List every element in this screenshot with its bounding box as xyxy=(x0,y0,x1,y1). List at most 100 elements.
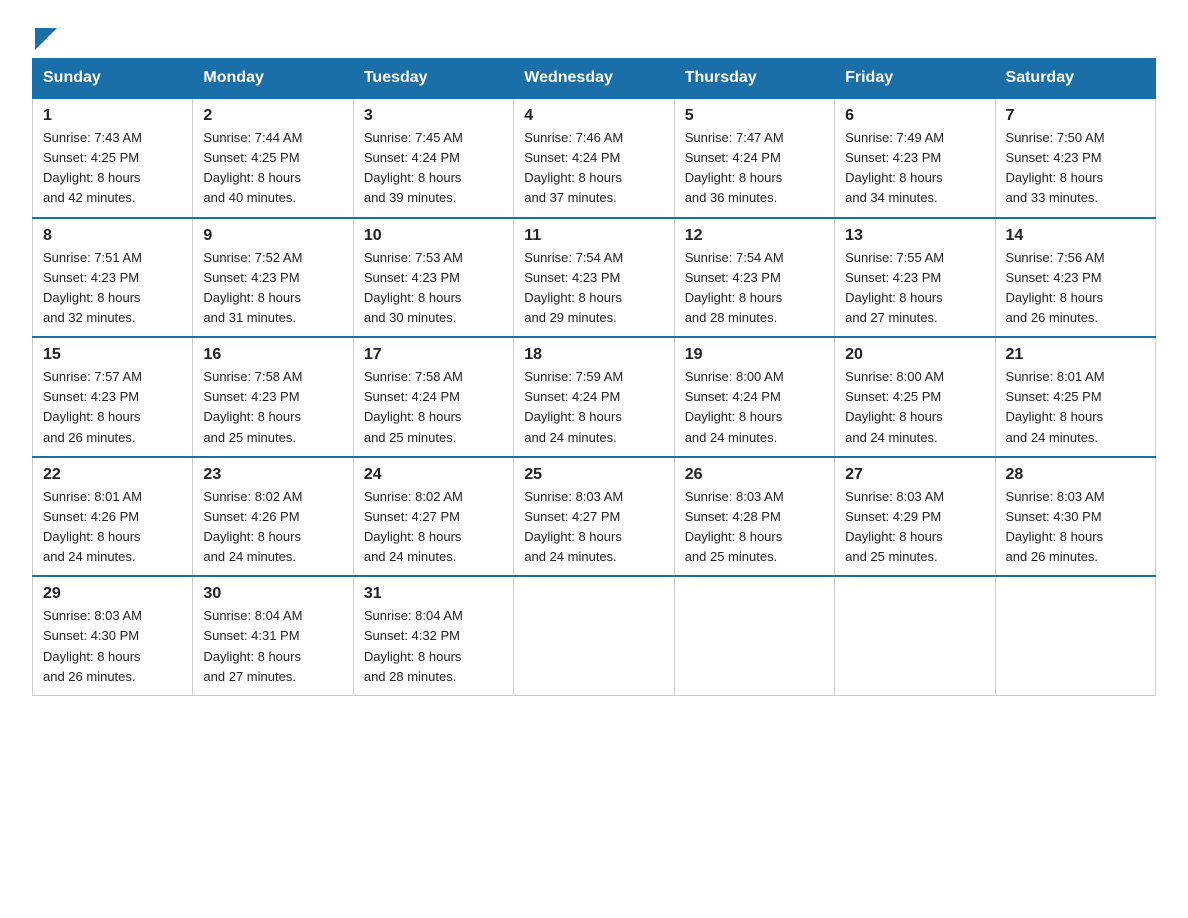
day-number: 17 xyxy=(364,346,503,364)
day-info: Sunrise: 8:01 AMSunset: 4:25 PMDaylight:… xyxy=(1006,367,1145,448)
day-info: Sunrise: 7:46 AMSunset: 4:24 PMDaylight:… xyxy=(524,128,663,209)
day-info: Sunrise: 7:47 AMSunset: 4:24 PMDaylight:… xyxy=(685,128,824,209)
day-number: 31 xyxy=(364,585,503,603)
day-number: 24 xyxy=(364,466,503,484)
day-number: 14 xyxy=(1006,227,1145,245)
day-number: 21 xyxy=(1006,346,1145,364)
day-number: 30 xyxy=(203,585,342,603)
day-info: Sunrise: 7:54 AMSunset: 4:23 PMDaylight:… xyxy=(685,248,824,329)
day-info: Sunrise: 7:55 AMSunset: 4:23 PMDaylight:… xyxy=(845,248,984,329)
calendar-cell: 21 Sunrise: 8:01 AMSunset: 4:25 PMDayligh… xyxy=(995,337,1155,457)
calendar-cell: 13 Sunrise: 7:55 AMSunset: 4:23 PMDayligh… xyxy=(835,218,995,338)
calendar-cell: 23 Sunrise: 8:02 AMSunset: 4:26 PMDayligh… xyxy=(193,457,353,577)
weekday-header-saturday: Saturday xyxy=(995,59,1155,99)
calendar-cell: 29 Sunrise: 8:03 AMSunset: 4:30 PMDayligh… xyxy=(33,576,193,695)
day-number: 8 xyxy=(43,227,182,245)
day-number: 3 xyxy=(364,107,503,125)
day-number: 12 xyxy=(685,227,824,245)
calendar-cell: 7 Sunrise: 7:50 AMSunset: 4:23 PMDaylight… xyxy=(995,98,1155,218)
calendar-cell: 25 Sunrise: 8:03 AMSunset: 4:27 PMDayligh… xyxy=(514,457,674,577)
weekday-header-friday: Friday xyxy=(835,59,995,99)
calendar-cell: 18 Sunrise: 7:59 AMSunset: 4:24 PMDayligh… xyxy=(514,337,674,457)
calendar-table: SundayMondayTuesdayWednesdayThursdayFrid… xyxy=(32,58,1156,696)
weekday-header-row: SundayMondayTuesdayWednesdayThursdayFrid… xyxy=(33,59,1156,99)
weekday-header-monday: Monday xyxy=(193,59,353,99)
calendar-cell: 31Sunrise: 8:04 AMSunset: 4:32 PMDayligh… xyxy=(353,576,513,695)
day-info: Sunrise: 8:00 AMSunset: 4:24 PMDaylight:… xyxy=(685,367,824,448)
calendar-cell: 17 Sunrise: 7:58 AMSunset: 4:24 PMDayligh… xyxy=(353,337,513,457)
calendar-cell: 6 Sunrise: 7:49 AMSunset: 4:23 PMDaylight… xyxy=(835,98,995,218)
calendar-cell xyxy=(674,576,834,695)
calendar-cell: 20 Sunrise: 8:00 AMSunset: 4:25 PMDayligh… xyxy=(835,337,995,457)
week-row-5: 29 Sunrise: 8:03 AMSunset: 4:30 PMDayligh… xyxy=(33,576,1156,695)
page-header xyxy=(32,24,1156,46)
calendar-cell: 28 Sunrise: 8:03 AMSunset: 4:30 PMDayligh… xyxy=(995,457,1155,577)
day-number: 26 xyxy=(685,466,824,484)
day-info: Sunrise: 7:57 AMSunset: 4:23 PMDaylight:… xyxy=(43,367,182,448)
calendar-cell: 2 Sunrise: 7:44 AMSunset: 4:25 PMDaylight… xyxy=(193,98,353,218)
day-number: 25 xyxy=(524,466,663,484)
day-number: 1 xyxy=(43,107,182,125)
day-info: Sunrise: 7:43 AMSunset: 4:25 PMDaylight:… xyxy=(43,128,182,209)
weekday-header-sunday: Sunday xyxy=(33,59,193,99)
calendar-cell: 5 Sunrise: 7:47 AMSunset: 4:24 PMDaylight… xyxy=(674,98,834,218)
calendar-cell: 8 Sunrise: 7:51 AMSunset: 4:23 PMDaylight… xyxy=(33,218,193,338)
calendar-cell xyxy=(514,576,674,695)
calendar-cell: 22Sunrise: 8:01 AMSunset: 4:26 PMDayligh… xyxy=(33,457,193,577)
logo xyxy=(32,24,57,46)
day-info: Sunrise: 8:02 AMSunset: 4:26 PMDaylight:… xyxy=(203,487,342,568)
calendar-cell xyxy=(835,576,995,695)
day-number: 4 xyxy=(524,107,663,125)
logo-arrow-icon xyxy=(35,28,57,50)
day-number: 2 xyxy=(203,107,342,125)
day-info: Sunrise: 8:03 AMSunset: 4:30 PMDaylight:… xyxy=(43,606,182,687)
calendar-cell: 27Sunrise: 8:03 AMSunset: 4:29 PMDayligh… xyxy=(835,457,995,577)
day-info: Sunrise: 7:58 AMSunset: 4:23 PMDaylight:… xyxy=(203,367,342,448)
calendar-cell: 11Sunrise: 7:54 AMSunset: 4:23 PMDayligh… xyxy=(514,218,674,338)
day-info: Sunrise: 7:58 AMSunset: 4:24 PMDaylight:… xyxy=(364,367,503,448)
day-info: Sunrise: 7:59 AMSunset: 4:24 PMDaylight:… xyxy=(524,367,663,448)
day-info: Sunrise: 8:02 AMSunset: 4:27 PMDaylight:… xyxy=(364,487,503,568)
day-info: Sunrise: 7:51 AMSunset: 4:23 PMDaylight:… xyxy=(43,248,182,329)
day-info: Sunrise: 8:03 AMSunset: 4:27 PMDaylight:… xyxy=(524,487,663,568)
day-info: Sunrise: 7:45 AMSunset: 4:24 PMDaylight:… xyxy=(364,128,503,209)
day-number: 16 xyxy=(203,346,342,364)
day-number: 22 xyxy=(43,466,182,484)
week-row-4: 22Sunrise: 8:01 AMSunset: 4:26 PMDayligh… xyxy=(33,457,1156,577)
day-info: Sunrise: 8:00 AMSunset: 4:25 PMDaylight:… xyxy=(845,367,984,448)
week-row-2: 8 Sunrise: 7:51 AMSunset: 4:23 PMDaylight… xyxy=(33,218,1156,338)
calendar-cell: 12 Sunrise: 7:54 AMSunset: 4:23 PMDayligh… xyxy=(674,218,834,338)
day-number: 27 xyxy=(845,466,984,484)
day-number: 28 xyxy=(1006,466,1145,484)
weekday-header-thursday: Thursday xyxy=(674,59,834,99)
day-number: 13 xyxy=(845,227,984,245)
day-info: Sunrise: 7:50 AMSunset: 4:23 PMDaylight:… xyxy=(1006,128,1145,209)
calendar-cell: 15Sunrise: 7:57 AMSunset: 4:23 PMDayligh… xyxy=(33,337,193,457)
day-number: 23 xyxy=(203,466,342,484)
calendar-cell: 19 Sunrise: 8:00 AMSunset: 4:24 PMDayligh… xyxy=(674,337,834,457)
day-number: 7 xyxy=(1006,107,1145,125)
day-number: 11 xyxy=(524,227,663,245)
day-info: Sunrise: 7:44 AMSunset: 4:25 PMDaylight:… xyxy=(203,128,342,209)
weekday-header-tuesday: Tuesday xyxy=(353,59,513,99)
calendar-cell xyxy=(995,576,1155,695)
day-number: 20 xyxy=(845,346,984,364)
day-number: 5 xyxy=(685,107,824,125)
calendar-cell: 16 Sunrise: 7:58 AMSunset: 4:23 PMDayligh… xyxy=(193,337,353,457)
calendar-cell: 24 Sunrise: 8:02 AMSunset: 4:27 PMDayligh… xyxy=(353,457,513,577)
day-info: Sunrise: 8:03 AMSunset: 4:30 PMDaylight:… xyxy=(1006,487,1145,568)
day-number: 9 xyxy=(203,227,342,245)
day-number: 6 xyxy=(845,107,984,125)
calendar-cell: 26 Sunrise: 8:03 AMSunset: 4:28 PMDayligh… xyxy=(674,457,834,577)
day-number: 29 xyxy=(43,585,182,603)
calendar-cell: 3 Sunrise: 7:45 AMSunset: 4:24 PMDaylight… xyxy=(353,98,513,218)
day-number: 18 xyxy=(524,346,663,364)
calendar-cell: 14 Sunrise: 7:56 AMSunset: 4:23 PMDayligh… xyxy=(995,218,1155,338)
day-number: 10 xyxy=(364,227,503,245)
day-info: Sunrise: 7:56 AMSunset: 4:23 PMDaylight:… xyxy=(1006,248,1145,329)
day-info: Sunrise: 8:03 AMSunset: 4:28 PMDaylight:… xyxy=(685,487,824,568)
calendar-cell: 9Sunrise: 7:52 AMSunset: 4:23 PMDaylight… xyxy=(193,218,353,338)
day-number: 19 xyxy=(685,346,824,364)
day-info: Sunrise: 7:49 AMSunset: 4:23 PMDaylight:… xyxy=(845,128,984,209)
calendar-cell: 30Sunrise: 8:04 AMSunset: 4:31 PMDayligh… xyxy=(193,576,353,695)
